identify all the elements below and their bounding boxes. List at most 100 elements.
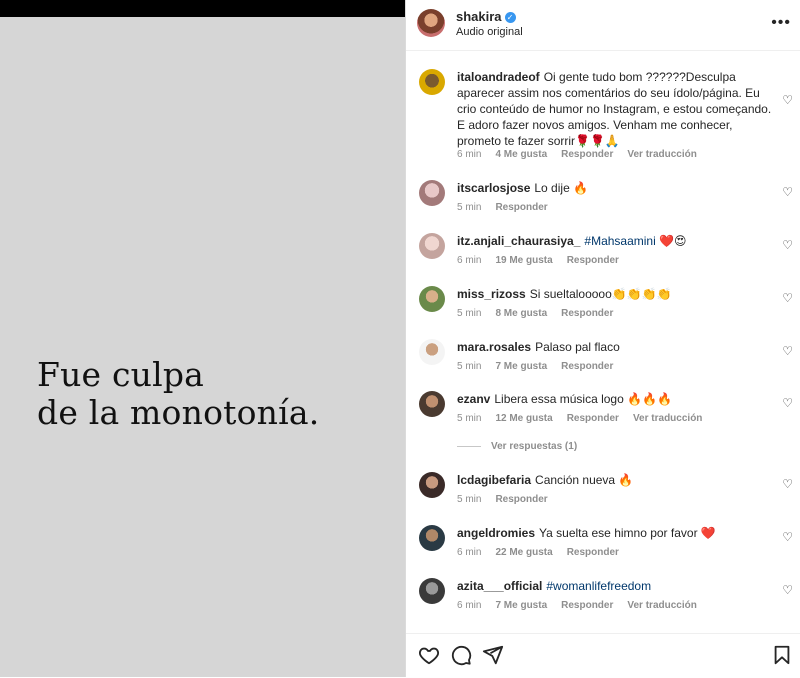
reply-button[interactable]: Responder — [561, 149, 613, 160]
comment-text: itscarlosjose Lo dije 🔥 — [457, 180, 777, 196]
hashtag-link[interactable]: #Mahsaamini — [584, 234, 655, 248]
avatar[interactable] — [419, 472, 445, 498]
comment-meta: 5 min Responder — [457, 202, 562, 213]
comment-text: angeldromies Ya suelta ese himno por favo… — [457, 525, 777, 541]
comment-time: 5 min — [457, 308, 482, 319]
reply-button[interactable]: Responder — [561, 308, 613, 319]
share-icon[interactable] — [482, 644, 504, 666]
author-username[interactable]: shakira ✓ — [456, 9, 516, 24]
comment-meta: 6 min 4 Me gusta Responder Ver traducción — [457, 149, 711, 160]
comment-text: ezanv Libera essa música logo 🔥🔥🔥 — [457, 391, 777, 407]
view-replies-label[interactable]: Ver respuestas (1) — [491, 441, 577, 452]
post-media: Fue culpa de la monotonía. — [0, 0, 405, 677]
comments-panel: shakira ✓ Audio original ••• italoandrade… — [405, 0, 800, 677]
comment-meta: 5 min 8 Me gusta Responder — [457, 308, 627, 319]
comment-meta: 5 min 7 Me gusta Responder — [457, 361, 627, 372]
like-comment-heart-icon[interactable]: ♡ — [782, 93, 793, 107]
bookmark-icon[interactable] — [772, 644, 792, 666]
comment-meta: 6 min 22 Me gusta Responder — [457, 547, 633, 558]
comment-text: lcdagibefaria Canción nueva 🔥 — [457, 472, 777, 488]
comment-body: Si sueltalooooo👏👏👏👏 — [529, 287, 672, 301]
comment-text: mara.rosales Palaso pal flaco — [457, 339, 777, 355]
post-actions — [406, 633, 800, 678]
comment-text: itz.anjali_chaurasiya_ #Mahsaamini ❤️😍 — [457, 233, 777, 249]
avatar[interactable] — [419, 286, 445, 312]
likes-count[interactable]: 12 Me gusta — [495, 413, 552, 424]
comment-time: 6 min — [457, 600, 482, 611]
reply-button[interactable]: Responder — [495, 202, 547, 213]
view-replies-button[interactable]: Ver respuestas (1) — [457, 441, 577, 452]
comment-time: 6 min — [457, 255, 482, 266]
like-comment-heart-icon[interactable]: ♡ — [782, 477, 793, 491]
comment-username[interactable]: italoandradeof — [457, 70, 540, 84]
avatar[interactable] — [419, 180, 445, 206]
avatar[interactable] — [419, 578, 445, 604]
comment-body: ❤️😍 — [655, 234, 687, 248]
reply-button[interactable]: Responder — [561, 361, 613, 372]
comment-time: 5 min — [457, 361, 482, 372]
comment-icon[interactable] — [450, 644, 472, 666]
comment-username[interactable]: itscarlosjose — [457, 181, 530, 195]
comment-text: azita___official #womanlifefreedom — [457, 578, 777, 594]
caption-line-2: de la monotonía. — [37, 393, 320, 432]
heart-icon[interactable] — [418, 644, 440, 666]
avatar[interactable] — [419, 233, 445, 259]
comment-time: 5 min — [457, 494, 482, 505]
like-comment-heart-icon[interactable]: ♡ — [782, 185, 793, 199]
comment-body: Ya suelta ese himno por favor ❤️ — [539, 526, 716, 540]
translate-button[interactable]: Ver traducción — [627, 600, 696, 611]
comment-username[interactable]: angeldromies — [457, 526, 535, 540]
comment-username[interactable]: lcdagibefaria — [457, 473, 531, 487]
translate-button[interactable]: Ver traducción — [627, 149, 696, 160]
like-comment-heart-icon[interactable]: ♡ — [782, 344, 793, 358]
comment-meta: 6 min 7 Me gusta Responder Ver traducción — [457, 600, 711, 611]
comment-username[interactable]: ezanv — [457, 392, 490, 406]
comment-time: 5 min — [457, 413, 482, 424]
username-text[interactable]: shakira — [456, 9, 502, 24]
avatar[interactable] — [419, 69, 445, 95]
like-comment-heart-icon[interactable]: ♡ — [782, 291, 793, 305]
media-caption: Fue culpa de la monotonía. — [37, 356, 319, 432]
comment-meta: 6 min 19 Me gusta Responder — [457, 255, 633, 266]
comment-meta: 5 min 12 Me gusta Responder Ver traducción — [457, 413, 716, 424]
audio-label[interactable]: Audio original — [456, 26, 523, 38]
avatar[interactable] — [419, 525, 445, 551]
avatar[interactable] — [417, 9, 445, 37]
comment-username[interactable]: azita___official — [457, 579, 542, 593]
like-comment-heart-icon[interactable]: ♡ — [782, 530, 793, 544]
reply-button[interactable]: Responder — [567, 547, 619, 558]
reply-button[interactable]: Responder — [567, 413, 619, 424]
likes-count[interactable]: 19 Me gusta — [495, 255, 552, 266]
more-options-icon[interactable]: ••• — [771, 14, 791, 32]
comment-time: 6 min — [457, 149, 482, 160]
likes-count[interactable]: 7 Me gusta — [495, 600, 547, 611]
avatar[interactable] — [419, 339, 445, 365]
likes-count[interactable]: 7 Me gusta — [495, 361, 547, 372]
like-comment-heart-icon[interactable]: ♡ — [782, 238, 793, 252]
comment-time: 5 min — [457, 202, 482, 213]
caption-line-1: Fue culpa — [37, 355, 205, 394]
comment-meta: 5 min Responder — [457, 494, 562, 505]
comment-username[interactable]: miss_rizoss — [457, 287, 526, 301]
reply-button[interactable]: Responder — [561, 600, 613, 611]
comment-body: Canción nueva 🔥 — [535, 473, 634, 487]
comment-body: Lo dije 🔥 — [534, 181, 589, 195]
translate-button[interactable]: Ver traducción — [633, 413, 702, 424]
avatar[interactable] — [419, 391, 445, 417]
replies-divider — [457, 445, 481, 447]
verified-badge-icon: ✓ — [504, 12, 516, 23]
comment-text: italoandradeof Oi gente tudo bom ??????De… — [457, 69, 777, 149]
post-header: shakira ✓ Audio original ••• — [406, 0, 800, 51]
comment-text: miss_rizoss Si sueltalooooo👏👏👏👏 — [457, 286, 777, 302]
comment-username[interactable]: itz.anjali_chaurasiya_ — [457, 234, 580, 248]
hashtag-link[interactable]: #womanlifefreedom — [546, 579, 651, 593]
likes-count[interactable]: 22 Me gusta — [495, 547, 552, 558]
comment-username[interactable]: mara.rosales — [457, 340, 531, 354]
reply-button[interactable]: Responder — [495, 494, 547, 505]
likes-count[interactable]: 8 Me gusta — [495, 308, 547, 319]
likes-count[interactable]: 4 Me gusta — [495, 149, 547, 160]
like-comment-heart-icon[interactable]: ♡ — [782, 396, 793, 410]
like-comment-heart-icon[interactable]: ♡ — [782, 583, 793, 597]
reply-button[interactable]: Responder — [567, 255, 619, 266]
comment-time: 6 min — [457, 547, 482, 558]
